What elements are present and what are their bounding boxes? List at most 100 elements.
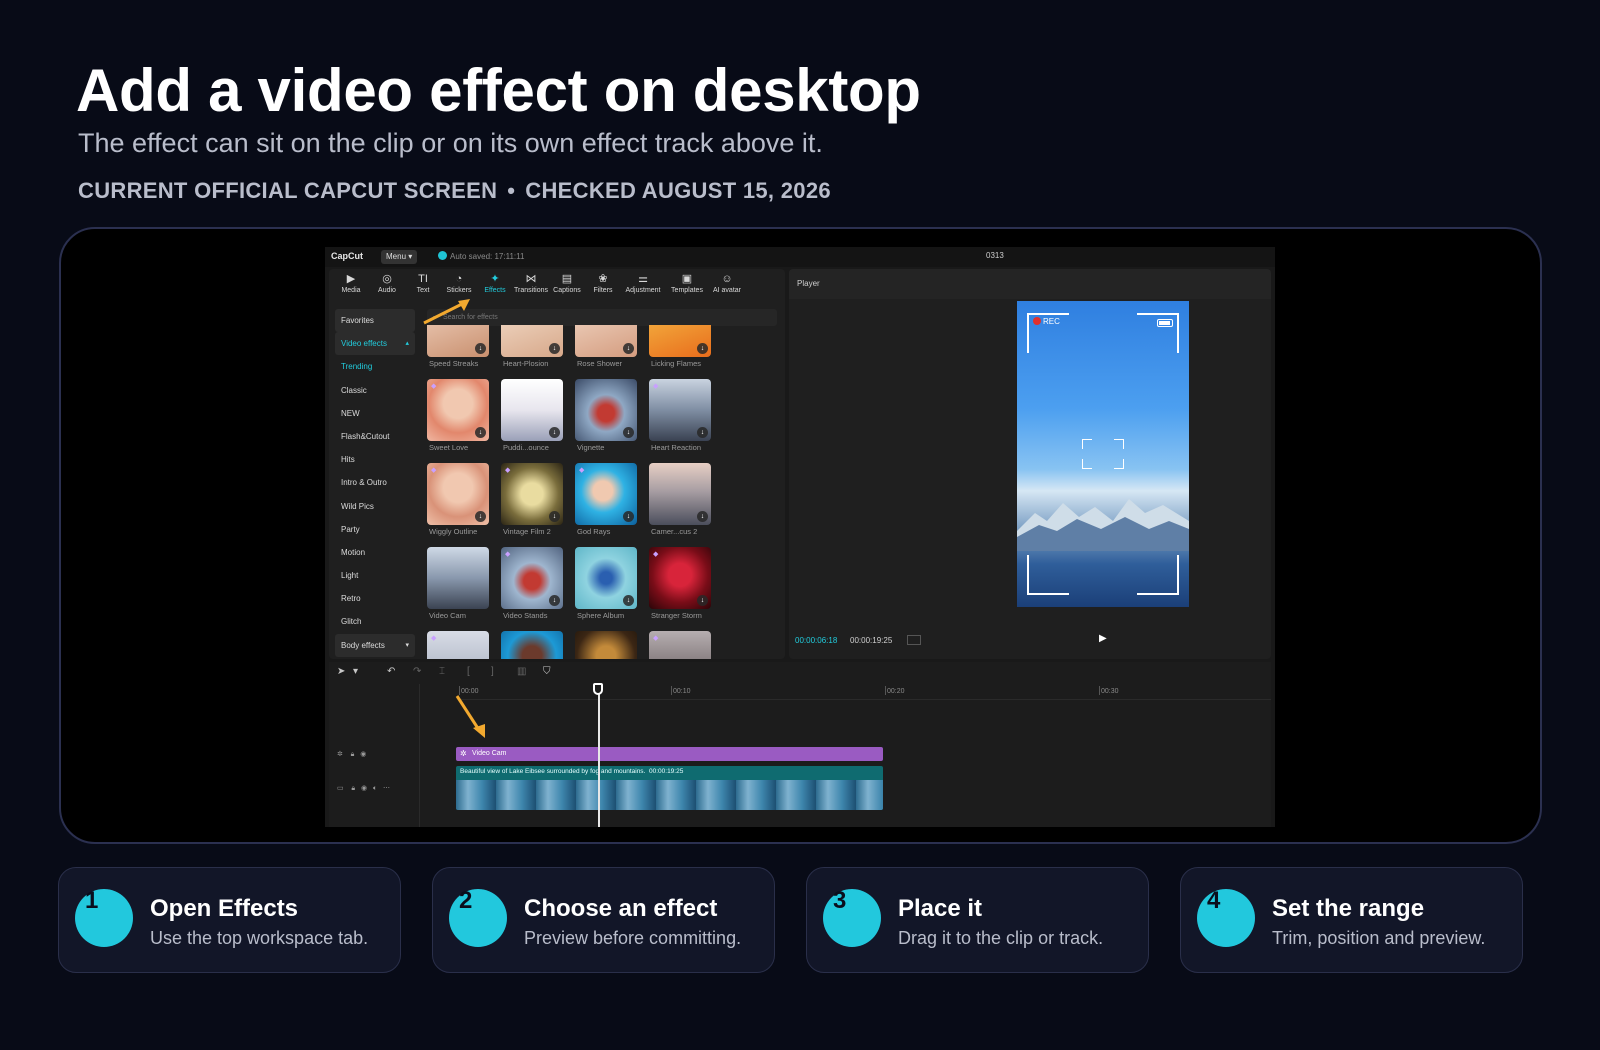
category-new[interactable]: NEW (335, 402, 415, 425)
ratio-icon[interactable] (907, 635, 921, 645)
tab-transitions[interactable]: ⋈ Transitions (513, 269, 549, 299)
effect-wiggly-outline[interactable]: ◆ ↓ Wiggly Outline (427, 463, 489, 536)
category-wild-pics[interactable]: Wild Pics (335, 495, 415, 518)
category-light[interactable]: Light (335, 564, 415, 587)
effect-sweet-love[interactable]: ◆ ↓ Sweet Love (427, 379, 489, 452)
download-icon[interactable]: ↓ (549, 343, 560, 354)
tab-audio[interactable]: ◎ Audio (369, 269, 405, 299)
tab-effects[interactable]: ✦ Effects (477, 269, 513, 299)
select-tool-icon[interactable]: ➤ (337, 666, 345, 677)
lock-icon[interactable]: 🔒︎ (351, 751, 355, 758)
effect-name: Puddi...ounce (503, 443, 549, 452)
frame-corner (1137, 555, 1179, 595)
effect-puddi-ounce[interactable]: ↓ Puddi...ounce (501, 379, 563, 452)
tab-templates[interactable]: ▣ Templates (665, 269, 709, 299)
effect-rose-shower[interactable]: ↓ Rose Shower (575, 325, 637, 368)
video-preview[interactable]: REC (1017, 301, 1189, 607)
effect-vignette[interactable]: ↓ Vignette (575, 379, 637, 452)
download-icon[interactable]: ↓ (623, 427, 634, 438)
download-icon[interactable]: ↓ (475, 511, 486, 522)
effect-thumbnail (575, 631, 637, 659)
tab-text[interactable]: TI Text (405, 269, 441, 299)
effect-stranger-storm[interactable]: ◆ ↓ Stranger Storm (649, 547, 711, 620)
effect-thumbnail-partial[interactable]: ◆ (649, 631, 711, 659)
menu-button[interactable]: Menu ▾ (381, 250, 418, 264)
premium-icon: ◆ (653, 635, 659, 642)
effect-thumbnail-partial[interactable] (501, 631, 563, 659)
volume-icon[interactable]: 🔈︎ (373, 785, 377, 792)
effect-name: Camer...cus 2 (651, 527, 698, 536)
download-icon[interactable]: ↓ (549, 427, 560, 438)
category-intro-outro[interactable]: Intro & Outro (335, 471, 415, 494)
category-favorites[interactable]: Favorites (335, 309, 415, 333)
playhead-handle[interactable] (593, 683, 603, 695)
tab-adjustment[interactable]: ⚌ Adjustment (621, 269, 665, 299)
project-name[interactable]: 0313 (986, 251, 1004, 260)
playhead-line[interactable] (598, 686, 600, 827)
split-icon[interactable]: ⌶ (439, 666, 445, 677)
category-classic[interactable]: Classic (335, 379, 415, 402)
lock-icon[interactable]: 🔒︎ (351, 785, 355, 792)
effect-clip[interactable]: ✲ Video Cam (456, 747, 883, 761)
time-ruler[interactable]: 00:00 00:10 00:20 00:30 (459, 686, 1271, 700)
category-motion[interactable]: Motion (335, 541, 415, 564)
effect-vintage-film-2[interactable]: ◆ ↓ Vintage Film 2 (501, 463, 563, 536)
trim-left-icon[interactable]: [ (467, 666, 470, 677)
download-icon[interactable]: ↓ (697, 595, 708, 606)
effect-heart-reaction[interactable]: ◆ ↓ Heart Reaction (649, 379, 711, 452)
eye-icon[interactable]: ◉ (361, 785, 367, 792)
templates-icon: ▣ (681, 273, 693, 285)
focus-bracket (1082, 439, 1092, 449)
download-icon[interactable]: ↓ (623, 511, 634, 522)
category-party[interactable]: Party (335, 518, 415, 541)
play-button[interactable]: ▶ (1099, 633, 1107, 644)
track-header-divider (419, 684, 420, 827)
download-icon[interactable]: ↓ (549, 511, 560, 522)
tab-filters[interactable]: ❀ Filters (585, 269, 621, 299)
effect-video-cam[interactable]: Video Cam (427, 547, 489, 620)
meta-date: CHECKED AUGUST 15, 2026 (525, 178, 831, 203)
page-subtitle: The effect can sit on the clip or on its… (78, 128, 823, 158)
effect-god-rays[interactable]: ◆ ↓ God Rays (575, 463, 637, 536)
video-clip[interactable]: Beautiful view of Lake Eibsee surrounded… (456, 766, 883, 810)
tab-stickers[interactable]: ◔ Stickers (441, 269, 477, 299)
effect-licking-flames[interactable]: ↓ Licking Flames (649, 325, 711, 368)
tab-label: Captions (553, 287, 581, 294)
effect-video-stands[interactable]: ◆ ↓ Video Stands (501, 547, 563, 620)
category-flash-cutout[interactable]: Flash&Cutout (335, 425, 415, 448)
category-video-effects[interactable]: Video effects ▴ (335, 332, 415, 356)
download-icon[interactable]: ↓ (475, 427, 486, 438)
download-icon[interactable]: ↓ (697, 511, 708, 522)
more-icon[interactable]: ⋯ (383, 785, 390, 792)
effect-sphere-album[interactable]: ↓ Sphere Album (575, 547, 637, 620)
category-trending[interactable]: Trending (335, 355, 415, 378)
chevron-down-icon: ▾ (405, 641, 409, 649)
eye-icon[interactable]: ◉ (360, 751, 366, 758)
download-icon[interactable]: ↓ (549, 595, 560, 606)
effect-name: Rose Shower (577, 359, 623, 368)
effect-heart-plosion[interactable]: ↓ Heart-Plosion (501, 325, 563, 368)
redo-icon[interactable]: ↷ (413, 666, 421, 677)
download-icon[interactable]: ↓ (697, 343, 708, 354)
tab-media[interactable]: ▶ Media (333, 269, 369, 299)
trim-right-icon[interactable]: ] (491, 666, 494, 677)
effect-camera-focus-2[interactable]: ↓ Camer...cus 2 (649, 463, 711, 536)
tab-ai-avatar[interactable]: ☺ AI avatar (709, 269, 745, 299)
effect-thumbnail-partial[interactable]: ◆ (427, 631, 489, 659)
effect-thumbnail-partial[interactable] (575, 631, 637, 659)
undo-icon[interactable]: ↶ (387, 666, 395, 677)
chevron-down-icon[interactable]: ▾ (353, 666, 358, 677)
tab-captions[interactable]: ▤ Captions (549, 269, 585, 299)
category-retro[interactable]: Retro (335, 587, 415, 610)
effect-speed-streaks[interactable]: ↓ Speed Streaks (427, 325, 489, 368)
download-icon[interactable]: ↓ (623, 595, 634, 606)
category-hits[interactable]: Hits (335, 448, 415, 471)
delete-icon[interactable]: ▥ (517, 666, 526, 677)
effect-name: Stranger Storm (651, 611, 702, 620)
download-icon[interactable]: ↓ (475, 343, 486, 354)
category-glitch[interactable]: Glitch (335, 610, 415, 633)
download-icon[interactable]: ↓ (697, 427, 708, 438)
download-icon[interactable]: ↓ (623, 343, 634, 354)
category-body-effects[interactable]: Body effects ▾ (335, 633, 415, 657)
shield-icon[interactable]: ⛉ (543, 666, 551, 677)
